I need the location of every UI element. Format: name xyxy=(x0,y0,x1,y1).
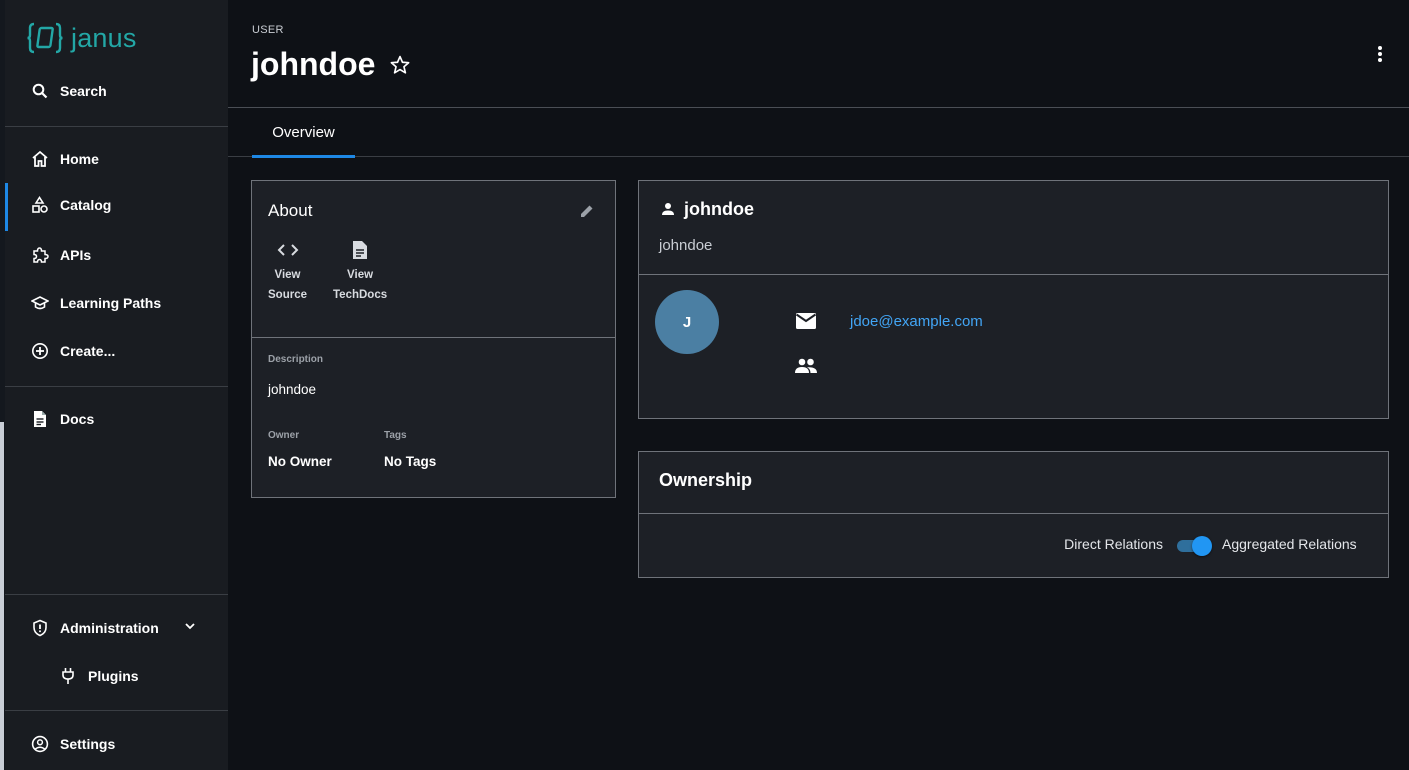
main-content: USER johndoe Overview About View Source xyxy=(228,0,1409,770)
user-profile-card: johndoe johndoe J jdoe@example.com xyxy=(638,180,1389,419)
sidebar-divider xyxy=(5,594,228,595)
sidebar-search-label: Search xyxy=(60,83,107,99)
about-card: About View Source View TechDocs Descript… xyxy=(251,180,616,498)
toggle-thumb xyxy=(1192,536,1212,556)
relations-toggle[interactable] xyxy=(1175,534,1213,556)
star-icon[interactable] xyxy=(389,54,411,81)
sidebar-item-plugins[interactable]: Plugins xyxy=(5,654,228,698)
view-source-button[interactable]: View Source xyxy=(268,239,307,305)
entity-header: USER johndoe xyxy=(228,0,1409,108)
entity-kind-label: USER xyxy=(252,24,284,36)
description-value: johndoe xyxy=(268,382,317,397)
user-card-subtitle: johndoe xyxy=(659,237,713,254)
left-edge-highlight xyxy=(0,422,4,770)
avatar: J xyxy=(655,290,719,354)
sidebar-item-home[interactable]: Home xyxy=(5,137,228,181)
tab-overview[interactable]: Overview xyxy=(252,108,355,158)
janus-logo[interactable]: janus xyxy=(27,20,137,56)
description-label: Description xyxy=(268,354,324,365)
sidebar-item-settings[interactable]: Settings xyxy=(5,722,228,766)
sidebar-item-label: Catalog xyxy=(60,197,112,213)
view-techdocs-label-line1: View xyxy=(347,269,374,281)
sidebar-divider xyxy=(5,386,228,387)
plug-icon xyxy=(59,667,77,685)
sidebar-item-administration[interactable]: Administration xyxy=(5,606,228,650)
shield-icon xyxy=(31,619,49,637)
sidebar-divider xyxy=(5,126,228,127)
search-icon xyxy=(31,82,49,100)
tags-value: No Tags xyxy=(384,454,437,469)
sidebar-item-label: Learning Paths xyxy=(60,295,162,311)
about-card-title: About xyxy=(268,201,313,220)
sidebar-search[interactable]: Search xyxy=(5,69,228,113)
more-options-icon[interactable] xyxy=(1372,44,1388,64)
email-link[interactable]: jdoe@example.com xyxy=(850,313,983,330)
view-techdocs-button[interactable]: View TechDocs xyxy=(333,239,387,305)
edit-icon[interactable] xyxy=(579,203,595,224)
catalog-icon xyxy=(31,196,49,214)
tab-bar: Overview xyxy=(228,108,1409,158)
sidebar-item-docs[interactable]: Docs xyxy=(5,397,228,441)
document-icon xyxy=(31,410,49,428)
ownership-title: Ownership xyxy=(659,470,753,490)
direct-relations-label: Direct Relations xyxy=(1064,536,1163,552)
puzzle-icon xyxy=(31,246,49,264)
sidebar-divider xyxy=(5,710,228,711)
sidebar-item-label: Home xyxy=(60,151,99,167)
ownership-card: Ownership Direct Relations Aggregated Re… xyxy=(638,451,1389,578)
sidebar: janus Search Home Catalog APIs Learning … xyxy=(5,0,228,770)
description-icon xyxy=(352,239,368,261)
owner-value: No Owner xyxy=(268,454,332,469)
user-card-divider xyxy=(639,274,1388,275)
sidebar-item-learning-paths[interactable]: Learning Paths xyxy=(5,281,228,325)
sidebar-item-label: Plugins xyxy=(88,668,139,684)
home-icon xyxy=(31,150,49,168)
code-icon xyxy=(277,239,299,261)
chevron-down-icon[interactable] xyxy=(183,619,197,638)
sidebar-item-label: Settings xyxy=(60,736,116,752)
add-circle-icon xyxy=(31,342,49,360)
tags-label: Tags xyxy=(384,430,407,441)
page-title: johndoe xyxy=(251,46,376,82)
group-icon xyxy=(794,357,818,380)
ownership-divider xyxy=(639,513,1388,514)
sidebar-item-create[interactable]: Create... xyxy=(5,329,228,373)
account-circle-icon xyxy=(31,735,49,753)
aggregated-relations-label: Aggregated Relations xyxy=(1222,536,1357,552)
app-root: janus Search Home Catalog APIs Learning … xyxy=(0,0,1409,770)
user-card-title: johndoe xyxy=(684,199,754,219)
view-techdocs-label-line2: TechDocs xyxy=(333,289,388,301)
sidebar-item-label: Create... xyxy=(60,343,116,359)
sidebar-item-label: Docs xyxy=(60,411,95,427)
view-source-label-line1: View xyxy=(274,269,301,281)
owner-label: Owner xyxy=(268,430,300,441)
sidebar-item-catalog[interactable]: Catalog xyxy=(5,183,228,231)
school-icon xyxy=(31,294,49,312)
person-icon xyxy=(661,202,675,221)
email-icon xyxy=(795,312,817,335)
brand-name: janus xyxy=(71,22,137,53)
sidebar-item-label: Administration xyxy=(60,620,159,636)
sidebar-item-apis[interactable]: APIs xyxy=(5,233,228,277)
janus-logo-icon xyxy=(27,22,63,54)
view-source-label-line2: Source xyxy=(268,289,307,301)
about-divider xyxy=(252,337,615,338)
sidebar-item-label: APIs xyxy=(60,247,92,263)
